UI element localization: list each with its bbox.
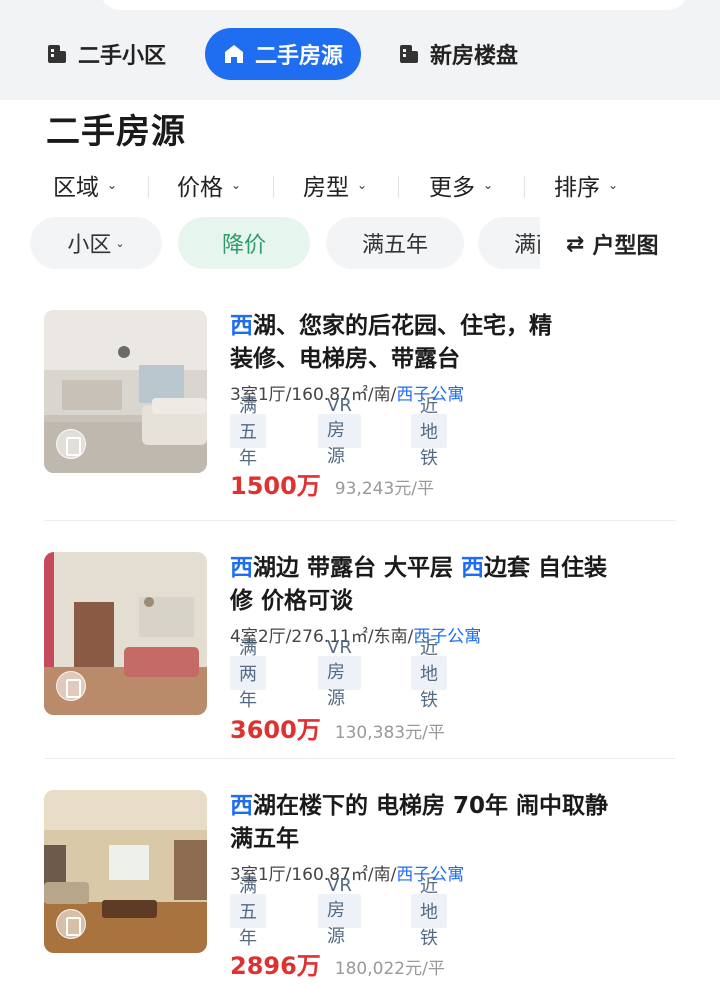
- title-text: 湖在楼下的 电梯房 70年 闹中取静: [253, 793, 609, 819]
- filter-bar: 区域 ⌄ 价格 ⌄ 房型 ⌄ 更多 ⌄ 排序 ⌄: [0, 162, 720, 208]
- chip-label: 降价: [221, 233, 266, 258]
- filter-region[interactable]: 区域 ⌄: [53, 162, 117, 208]
- chevron-down-icon: ⌄: [231, 178, 242, 192]
- chevron-down-icon: ⌄: [483, 178, 494, 192]
- listing-divider: [44, 758, 676, 759]
- title-text: 装修、电梯房、带露台: [230, 346, 460, 372]
- tab-second-hand-listings[interactable]: 二手房源: [205, 28, 362, 80]
- title-highlight: 西: [230, 313, 253, 339]
- tab-label: 二手房源: [255, 44, 344, 69]
- filter-divider: [273, 176, 274, 198]
- search-bar[interactable]: [100, 0, 688, 10]
- price-row: 2896万 180,022元/平: [230, 946, 445, 981]
- listing-photo: [44, 310, 207, 473]
- title-text: 边套 自住装: [484, 555, 608, 581]
- filter-divider: [524, 176, 525, 198]
- floor-plan-label: 户型图: [592, 234, 659, 259]
- listing-title: 西湖边 带露台 大平层 西边套 自住装修 价格可谈: [230, 552, 680, 618]
- vr-badge-icon: [56, 671, 86, 701]
- title-highlight: 西: [230, 793, 253, 819]
- listing-title: 西湖在楼下的 电梯房 70年 闹中取静满五年: [230, 790, 680, 856]
- tab-label: 二手小区: [78, 44, 167, 69]
- vr-badge-icon: [56, 909, 86, 939]
- top-bar: 二手小区 二手房源 新房楼盘: [0, 0, 720, 100]
- filter-label: 更多: [429, 175, 475, 201]
- title-text: 修 价格可谈: [230, 588, 354, 614]
- title-highlight: 西: [461, 555, 485, 581]
- tag: VR房源: [318, 875, 361, 947]
- filter-sort[interactable]: 排序 ⌄: [554, 162, 618, 208]
- floor-plan-button[interactable]: ⇄ 户型图: [566, 217, 658, 271]
- vr-badge-icon: [56, 429, 86, 459]
- chip-community[interactable]: 小区 ⌄: [30, 217, 162, 269]
- tag: 近地铁: [411, 396, 447, 469]
- chevron-down-icon: ⌄: [608, 178, 619, 192]
- unit-price: 180,022元/平: [334, 959, 445, 979]
- building-icon: [48, 45, 66, 63]
- listing-meta: 4室2厅/276.11㎡/东南/西子公寓: [230, 622, 481, 647]
- tab-label: 新房楼盘: [430, 44, 519, 69]
- title-text: 湖边 带露台 大平层: [253, 555, 462, 581]
- tag: VR房源: [318, 637, 361, 709]
- filter-divider: [398, 176, 399, 198]
- tag: VR房源: [318, 395, 361, 467]
- tab-second-hand-community[interactable]: 二手小区: [46, 28, 166, 80]
- price-row: 3600万 130,383元/平: [230, 710, 445, 745]
- unit-price: 130,383元/平: [334, 723, 445, 743]
- chip-label: 满五年: [361, 233, 428, 258]
- chip-over-five-years[interactable]: 满五年: [326, 217, 464, 269]
- filter-label: 区域: [53, 175, 99, 201]
- chevron-down-icon: ⌄: [107, 178, 118, 192]
- tag: 满两年: [230, 638, 266, 711]
- tag: 满五年: [230, 876, 266, 949]
- listing-photo: [44, 790, 207, 953]
- tag: 满五年: [230, 396, 266, 469]
- building-icon: [400, 45, 418, 63]
- title-text: 满五年: [230, 826, 299, 852]
- title-text: 湖、您家的后花园、住宅，精: [253, 313, 552, 339]
- chip-label: 小区: [67, 233, 112, 258]
- listing-title: 西湖、您家的后花园、住宅，精装修、电梯房、带露台: [230, 310, 680, 376]
- home-icon: [225, 45, 243, 63]
- listing-divider: [44, 520, 676, 521]
- total-price: 2896万: [230, 952, 321, 980]
- filter-divider: [148, 176, 149, 198]
- chip-price-drop[interactable]: 降价: [178, 217, 310, 269]
- meta-text: 4室2厅/276.11㎡/东南/: [230, 627, 414, 647]
- filter-layout[interactable]: 房型 ⌄: [303, 162, 367, 208]
- filter-label: 房型: [303, 175, 349, 201]
- chevron-down-icon: ⌄: [115, 236, 125, 250]
- unit-price: 93,243元/平: [334, 479, 435, 499]
- page-title: 二手房源: [46, 112, 186, 152]
- tag: 近地铁: [411, 638, 447, 711]
- filter-label: 排序: [554, 175, 600, 201]
- filter-more[interactable]: 更多 ⌄: [429, 162, 493, 208]
- filter-label: 价格: [177, 175, 223, 201]
- tab-new-homes[interactable]: 新房楼盘: [398, 28, 518, 80]
- price-row: 1500万 93,243元/平: [230, 466, 434, 501]
- filter-price[interactable]: 价格 ⌄: [177, 162, 241, 208]
- listing-photo: [44, 552, 207, 715]
- category-tabs: 二手小区 二手房源 新房楼盘: [0, 28, 720, 80]
- swap-icon: ⇄: [566, 231, 585, 257]
- title-highlight: 西: [230, 555, 253, 581]
- chevron-down-icon: ⌄: [357, 178, 368, 192]
- total-price: 3600万: [230, 716, 321, 744]
- total-price: 1500万: [230, 472, 321, 500]
- tag: 近地铁: [411, 876, 447, 949]
